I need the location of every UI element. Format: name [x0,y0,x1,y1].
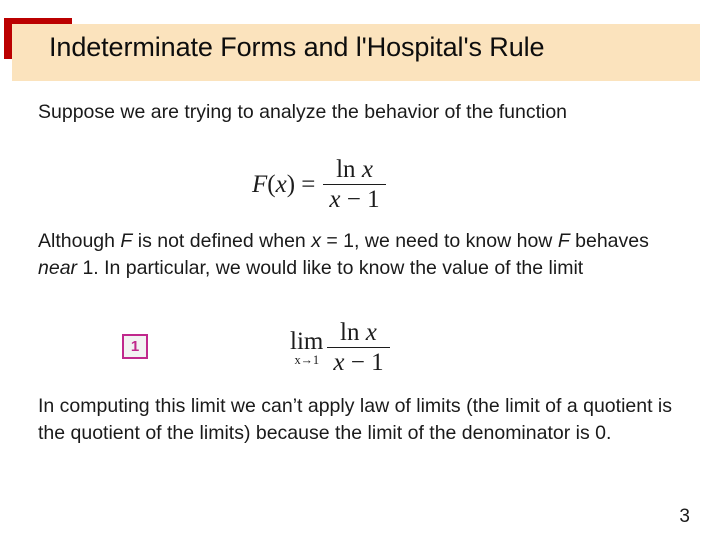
formula-function-numerator-var: x [361,156,373,183]
paragraph-law-of-limits-text: In computing this limit we can’t apply l… [38,395,673,444]
formula-limit-numerator: ln x [327,319,390,349]
paragraph-limit-italic-f-1: F [120,230,133,252]
paragraph-intro-text: Suppose we are trying to analyze the beh… [38,101,568,123]
paragraph-intro: Suppose we are trying to analyze the beh… [38,99,658,126]
slide-header: Indeterminate Forms and l'Hospital's Rul… [0,0,720,92]
formula-limit-numerator-var: x [365,319,377,346]
page-title: Indeterminate Forms and l'Hospital's Rul… [49,32,545,62]
formula-limit-denominator-minus: − [350,349,365,377]
paragraph-limit-motivation: Although F is not defined when x = 1, we… [38,228,688,281]
formula-function-denominator-one: 1 [367,186,380,214]
formula-limit-ln: ln [340,319,360,346]
paragraph-limit-italic-x: x [311,230,321,252]
paragraph-limit-text-5: 1. In particular, we would like to know … [77,256,584,279]
formula-limit-operator-group: lim x→1 [290,329,325,367]
formula-function-lhs: F(x) = [252,172,321,198]
formula-function-equals: = [301,171,316,199]
formula-function-ln: ln [336,156,356,183]
formula-limit-subscript: x→1 [294,353,319,368]
formula-limit-denominator-one: 1 [371,349,384,377]
formula-limit-denominator: x − 1 [327,348,389,376]
formula-function-paren-open: ( [267,171,276,199]
paragraph-law-of-limits: In computing this limit we can’t apply l… [38,393,698,446]
formula-function-denominator-var: x [329,186,341,214]
paragraph-limit-italic-f-2: F [557,230,570,252]
paragraph-limit-text-1: Although [38,230,121,252]
formula-function-denominator-minus: − [346,186,361,214]
formula-function-denominator: x − 1 [323,185,385,213]
page-number: 3 [679,506,690,527]
formula-function-numerator: ln x [323,156,386,186]
formula-function-definition: F(x) = ln x x − 1 [252,156,388,214]
paragraph-limit-text-4: behaves [569,230,649,252]
formula-limit-denominator-var: x [333,349,345,377]
paragraph-limit-text-3: = 1, we need to know how [320,230,558,252]
paragraph-limit-italic-near: near [38,256,78,279]
equation-number-label: 1 [130,338,140,355]
formula-function-fraction: ln x x − 1 [323,156,386,214]
formula-function-f: F [252,171,268,199]
paragraph-limit-text-2: is not defined when [132,230,312,252]
formula-function-arg: x [275,171,287,199]
formula-limit-operator: lim [290,328,324,356]
formula-function-paren-close: ) [286,171,296,199]
formula-limit-expression: lim x→1 ln x x − 1 [290,319,392,377]
equation-number-badge: 1 [122,334,148,359]
formula-limit-fraction: ln x x − 1 [327,319,390,377]
